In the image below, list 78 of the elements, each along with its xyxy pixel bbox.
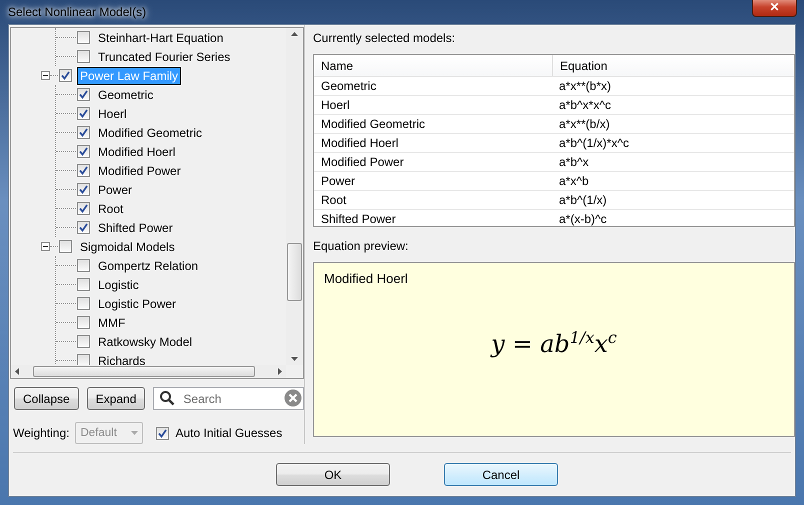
table-cell-text: Root [320,192,348,209]
scroll-up-icon[interactable] [291,32,298,36]
table-cell-text: Modified Power [320,154,405,171]
checkbox[interactable] [77,335,90,348]
dialog-button[interactable]: OK [276,463,390,486]
collapse-icon[interactable] [41,71,50,80]
tree-item[interactable]: MMF [95,314,128,332]
checkbox[interactable] [77,88,90,101]
checkbox[interactable] [59,69,72,82]
tree-item[interactable]: Gompertz Relation [95,256,202,274]
table-cell-text: a*x**(b*x) [558,78,612,95]
tree-group[interactable]: Sigmoidal Models [77,238,178,256]
equation: y = ab$^{1/x}$x$^{c}$ [491,328,617,358]
table-cell-text: Modified Hoerl [320,135,400,152]
table-cell-text: Modified Geometric [320,116,426,133]
table-cell-text: a*b^x*x^c [558,97,612,114]
tree-item[interactable]: Richards [95,352,148,365]
tree-item[interactable]: Modified Power [95,162,184,180]
checkbox[interactable] [77,278,90,291]
scroll-down-icon[interactable] [291,357,298,361]
table-cell-text: a*(x-b)^c [558,211,608,226]
model-name: Modified Hoerl [324,271,409,286]
tree-item[interactable]: Power [95,180,136,198]
scroll-thumb[interactable] [33,366,255,377]
checkbox[interactable] [77,183,90,196]
search-field[interactable]: Search [153,387,304,410]
table-cell-text: a*x**(b/x) [558,116,611,133]
checkbox[interactable] [77,221,90,234]
column-header[interactable]: Name [314,55,552,76]
tree-item[interactable]: Ratkowsky Model [95,332,196,350]
close-button[interactable]: ✕ [752,0,797,17]
table-cell-text: a*b^(1/x) [558,192,608,209]
clear-icon[interactable] [284,389,302,407]
checkbox[interactable] [77,31,90,44]
scroll-left-icon[interactable] [15,368,19,375]
search-icon [159,390,176,406]
dropdown-arrow-icon [131,431,138,435]
table-cell-text: Power [320,173,356,190]
weighting-label: Weighting: [13,426,70,440]
tree-item[interactable]: Modified Geometric [95,124,206,142]
checkbox-label: Auto Initial Guesses [175,426,282,440]
table-cell-text: Shifted Power [320,211,397,226]
checkbox[interactable] [156,426,170,440]
section-heading: Equation preview: [313,239,410,253]
tree-button[interactable]: Expand [86,387,146,410]
table-cell-text: Geometric [320,78,378,95]
dialog-button[interactable]: Cancel [444,463,558,486]
tree-item[interactable]: Shifted Power [95,218,176,236]
checkbox[interactable] [77,50,90,63]
checkbox[interactable] [77,202,90,215]
table-cell-text: a*b^(1/x)*x^c [558,135,630,152]
checkbox[interactable] [77,316,90,329]
tree-item[interactable]: Root [95,200,126,218]
checkbox[interactable] [77,107,90,120]
tree-item[interactable]: Steinhart-Hart Equation [95,28,226,46]
tree-item[interactable]: Logistic Power [95,294,180,312]
window-title: Select Nonlinear Model(s) [8,5,146,19]
checkbox[interactable] [77,354,90,365]
tree-item[interactable]: Logistic [95,276,142,294]
checkbox[interactable] [77,164,90,177]
scroll-right-icon[interactable] [278,368,282,375]
checkbox[interactable] [59,240,72,253]
tree-item[interactable]: Hoerl [95,104,130,122]
tree-item[interactable]: Truncated Fourier Series [95,48,234,66]
tree-button[interactable]: Collapse [14,387,79,410]
checkbox[interactable] [77,259,90,272]
table-cell-text: a*b^x [558,154,590,171]
scroll-thumb[interactable] [287,243,302,301]
checkbox[interactable] [77,297,90,310]
collapse-icon[interactable] [41,242,50,251]
checkbox[interactable] [77,145,90,158]
column-header[interactable]: Equation [552,55,794,76]
section-heading: Currently selected models: [313,31,456,45]
checkbox[interactable] [77,126,90,139]
table-cell-text: Hoerl [320,97,351,114]
tree-item[interactable]: Geometric [95,86,156,104]
tree-item[interactable]: Modified Hoerl [95,142,178,160]
table-cell-text: a*x^b [558,173,590,190]
